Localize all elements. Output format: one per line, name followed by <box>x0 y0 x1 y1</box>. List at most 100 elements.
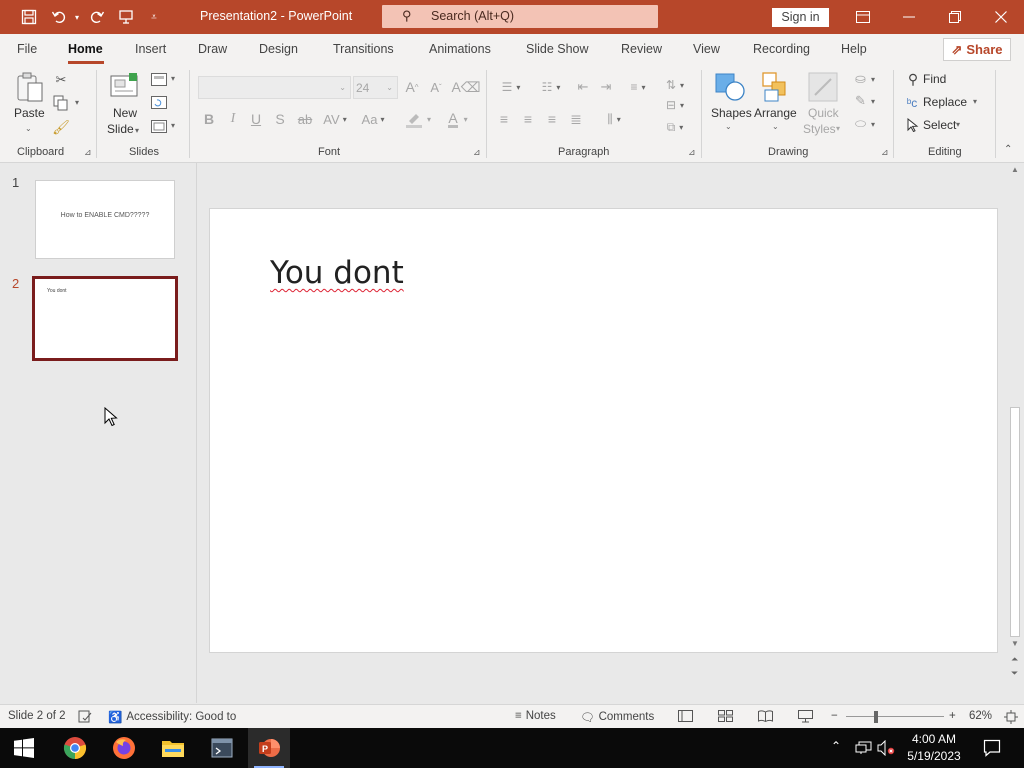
next-slide-icon[interactable]: ⏷ <box>1011 668 1018 679</box>
zoom-in-icon[interactable]: + <box>949 710 956 722</box>
collapse-ribbon-chevron-up-icon[interactable]: ⌃ <box>1004 144 1012 155</box>
share-button[interactable]: ⇗ Share <box>943 38 1011 61</box>
copy-chevron-down-icon[interactable]: ▾ <box>75 98 79 107</box>
scroll-up-icon[interactable]: ▲ <box>1011 165 1019 174</box>
font-launcher-icon[interactable]: ⊿ <box>473 147 481 158</box>
tab-draw[interactable]: Draw <box>198 42 227 56</box>
paste-chevron-down-icon[interactable]: ⌄ <box>25 124 32 133</box>
decrease-indent-icon[interactable]: ⇤ <box>574 78 592 96</box>
notes-button[interactable]: ≡ Notes <box>515 710 556 722</box>
tab-review[interactable]: Review <box>621 42 662 56</box>
clear-formatting-icon[interactable]: A⌫ <box>451 77 480 97</box>
tab-help[interactable]: Help <box>841 42 867 56</box>
arrange-icon[interactable] <box>759 70 793 104</box>
format-painter-icon[interactable]: 🖌 <box>52 118 70 136</box>
normal-view-icon[interactable] <box>678 710 693 722</box>
tab-animations[interactable]: Animations <box>429 42 491 56</box>
spelling-check-icon[interactable] <box>78 710 92 723</box>
reset-slide-icon[interactable] <box>150 95 168 109</box>
powerpoint-taskbar-button[interactable]: P <box>248 728 290 768</box>
fit-slide-to-window-icon[interactable] <box>1004 710 1018 724</box>
highlight-color-icon[interactable]: ▾ <box>402 110 434 128</box>
select-label[interactable]: Select <box>923 118 956 132</box>
decrease-font-size-icon[interactable]: Aˇ <box>427 78 445 96</box>
arrange-label[interactable]: Arrange <box>754 106 797 120</box>
section-chevron-down-icon[interactable]: ▾ <box>171 121 175 130</box>
clipboard-launcher-icon[interactable]: ⊿ <box>84 147 92 158</box>
customize-toolbar-icon[interactable]: ⩡ <box>143 6 165 28</box>
present-from-beginning-icon[interactable] <box>115 6 137 28</box>
tab-insert[interactable]: Insert <box>135 42 166 56</box>
section-icon[interactable] <box>150 119 168 133</box>
tab-view[interactable]: View <box>693 42 720 56</box>
close-icon[interactable] <box>986 6 1016 28</box>
numbering-icon[interactable]: ☷ ▾ <box>535 78 567 96</box>
new-slide-icon[interactable] <box>108 70 140 102</box>
cut-icon[interactable]: ✂ <box>54 72 68 88</box>
increase-indent-icon[interactable]: ⇥ <box>597 78 615 96</box>
notifications-icon[interactable] <box>977 733 1007 763</box>
change-case-icon[interactable]: Aa ▾ <box>358 110 388 128</box>
replace-chevron-down-icon[interactable]: ▾ <box>973 97 977 106</box>
taskbar-clock[interactable]: 4:00 AM 5/19/2023 <box>902 731 966 765</box>
bold-icon[interactable]: B <box>202 110 216 128</box>
paste-label[interactable]: Paste <box>14 106 45 120</box>
scrollbar-thumb[interactable] <box>1010 407 1020 637</box>
text-shadow-icon[interactable]: S <box>273 110 287 128</box>
zoom-level[interactable]: 62% <box>969 710 992 722</box>
accessibility-indicator[interactable]: ♿ Accessibility: Good to <box>108 710 236 724</box>
text-direction-icon[interactable]: ⇅ ▾ <box>660 76 690 94</box>
paste-icon[interactable] <box>15 70 45 104</box>
minimize-icon[interactable] <box>894 6 924 28</box>
align-left-icon[interactable]: ≡ <box>495 110 513 128</box>
sign-in-button[interactable]: Sign in <box>772 8 829 27</box>
zoom-slider-thumb[interactable] <box>874 711 878 723</box>
font-color-icon[interactable]: A ▾ <box>442 110 474 128</box>
shape-effects-icon[interactable]: ⬭ ▾ <box>850 115 880 133</box>
quick-styles-label-line2[interactable]: Styles <box>803 122 836 136</box>
replace-icon[interactable]: ᵇc <box>902 94 922 112</box>
search-box[interactable]: ⚲ Search (Alt+Q) <box>382 5 658 28</box>
align-center-icon[interactable]: ≡ <box>519 110 537 128</box>
align-text-icon[interactable]: ⊟ ▾ <box>660 96 690 114</box>
find-label[interactable]: Find <box>923 72 946 86</box>
slide-canvas[interactable]: You dont <box>209 208 998 653</box>
font-name-combobox[interactable]: ⌄ <box>198 76 351 99</box>
justify-icon[interactable]: ≣ <box>567 110 585 128</box>
app-window-icon[interactable] <box>207 733 237 763</box>
increase-font-size-icon[interactable]: A ^ <box>403 78 421 96</box>
quick-styles-chevron-down-icon[interactable]: ▾ <box>836 124 840 133</box>
tab-file[interactable]: File <box>17 42 37 56</box>
strikethrough-icon[interactable]: ab <box>295 110 315 128</box>
chrome-icon[interactable] <box>60 733 90 763</box>
replace-label[interactable]: Replace <box>923 95 967 109</box>
firefox-icon[interactable] <box>109 733 139 763</box>
comments-button[interactable]: 🗨 Comments <box>580 710 654 724</box>
quick-styles-icon[interactable] <box>806 70 840 104</box>
redo-icon[interactable] <box>86 6 108 28</box>
select-icon[interactable] <box>904 116 922 134</box>
tab-transitions[interactable]: Transitions <box>333 42 394 56</box>
shapes-chevron-down-icon[interactable]: ⌄ <box>725 122 732 131</box>
new-slide-label-line1[interactable]: New <box>113 106 137 120</box>
select-chevron-down-icon[interactable]: ▾ <box>956 120 960 129</box>
layout-chevron-down-icon[interactable]: ▾ <box>171 74 175 83</box>
shape-outline-icon[interactable]: ✎ ▾ <box>850 92 880 110</box>
bullets-icon[interactable]: ☰ ▾ <box>495 78 527 96</box>
shape-fill-icon[interactable]: ⛀ ▾ <box>850 70 880 88</box>
restore-icon[interactable] <box>940 6 970 28</box>
copy-icon[interactable] <box>52 94 70 112</box>
arrange-chevron-down-icon[interactable]: ⌄ <box>772 122 779 131</box>
slide-sorter-icon[interactable] <box>718 710 733 722</box>
tab-slide-show[interactable]: Slide Show <box>526 42 589 56</box>
file-explorer-icon[interactable] <box>158 733 188 763</box>
shapes-icon[interactable] <box>713 70 747 104</box>
undo-dropdown-chevron-icon[interactable]: ▾ <box>66 6 88 28</box>
reading-view-icon[interactable] <box>758 710 773 722</box>
italic-icon[interactable]: I <box>226 110 240 128</box>
zoom-slider[interactable] <box>846 711 944 723</box>
paragraph-launcher-icon[interactable]: ⊿ <box>688 147 696 158</box>
editor-vertical-scrollbar[interactable]: ▲ ▼ ⏶ ⏷ <box>1007 163 1024 703</box>
show-hidden-icons-chevron-up-icon[interactable]: ⌃ <box>831 739 841 753</box>
layout-icon[interactable] <box>150 72 168 86</box>
